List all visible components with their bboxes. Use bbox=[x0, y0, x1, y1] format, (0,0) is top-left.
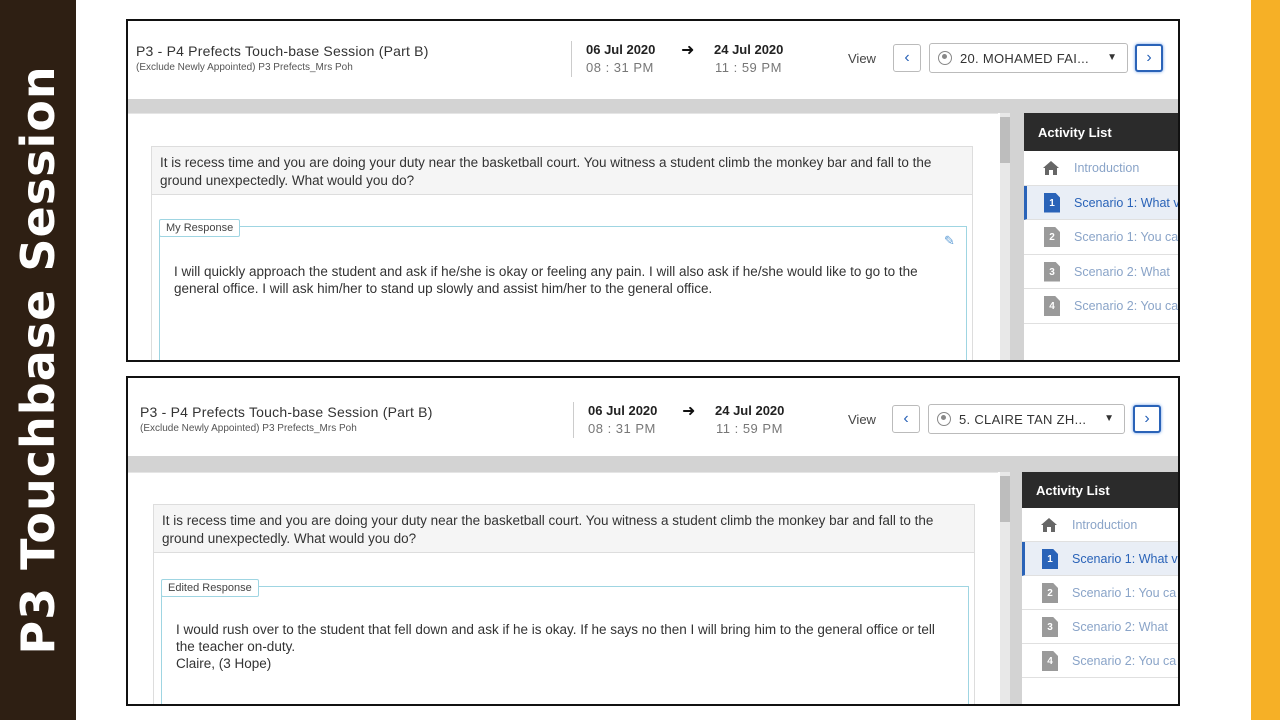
home-icon bbox=[1041, 518, 1057, 532]
end-date: 24 Jul 2020 bbox=[714, 42, 784, 57]
view-label: View bbox=[848, 51, 876, 66]
scrollbar-thumb[interactable] bbox=[1000, 117, 1010, 163]
numbered-document-icon: 3 bbox=[1042, 617, 1058, 637]
arrow-right-icon: ➜ bbox=[681, 42, 695, 59]
numbered-document-icon: 1 bbox=[1044, 192, 1060, 213]
caret-down-icon: ▼ bbox=[1107, 52, 1117, 63]
chevron-left-icon: ‹ bbox=[903, 410, 909, 427]
home-icon bbox=[1043, 161, 1059, 175]
end-date: 24 Jul 2020 bbox=[715, 403, 785, 418]
activity-item-scenario-1b[interactable]: 2 Scenario 1: You ca bbox=[1024, 220, 1179, 255]
next-student-button[interactable]: › bbox=[1135, 44, 1163, 72]
separator-bar bbox=[128, 99, 1178, 113]
user-icon bbox=[937, 412, 951, 426]
chevron-right-icon: › bbox=[1144, 410, 1150, 427]
content-area: It is recess time and you are doing your… bbox=[128, 113, 1180, 360]
activity-list: Activity List Introduction 1 Scenario 1:… bbox=[1024, 113, 1180, 360]
session-header: P3 - P4 Prefects Touch-base Session (Par… bbox=[128, 21, 1178, 99]
session-header: P3 - P4 Prefects Touch-base Session (Par… bbox=[128, 378, 1178, 456]
response-tag: Edited Response bbox=[161, 579, 259, 597]
response-box: I would rush over to the student that fe… bbox=[161, 586, 969, 704]
activity-label: Scenario 2: What bbox=[1074, 264, 1170, 279]
activity-label: Scenario 1: You ca bbox=[1072, 586, 1177, 600]
activity-list-header: Activity List bbox=[1022, 472, 1178, 508]
question-area: It is recess time and you are doing your… bbox=[128, 113, 1008, 360]
end-time: 11 : 59 PM bbox=[715, 60, 782, 75]
session-subtitle: (Exclude Newly Appointed) P3 Prefects_Mr… bbox=[140, 423, 357, 434]
activity-item-scenario-1b[interactable]: 2 Scenario 1: You ca bbox=[1022, 576, 1178, 610]
screenshot-panel-bottom: P3 - P4 Prefects Touch-base Session (Par… bbox=[126, 376, 1180, 706]
activity-label: Scenario 1: What v bbox=[1072, 552, 1178, 566]
student-select[interactable]: 20. MOHAMED FAI... ▼ bbox=[929, 43, 1128, 73]
session-subtitle: (Exclude Newly Appointed) P3 Prefects_Mr… bbox=[136, 62, 353, 73]
screenshot-panel-top: P3 - P4 Prefects Touch-base Session (Par… bbox=[126, 19, 1180, 362]
chevron-left-icon: ‹ bbox=[904, 49, 910, 66]
response-text: I will quickly approach the student and … bbox=[174, 264, 918, 296]
separator-bar bbox=[128, 456, 1178, 472]
next-student-button[interactable]: › bbox=[1133, 405, 1161, 433]
student-name: 20. MOHAMED FAI... bbox=[960, 51, 1089, 66]
numbered-document-icon: 1 bbox=[1042, 549, 1058, 569]
scrollbar[interactable] bbox=[1000, 113, 1010, 360]
right-accent-stripe bbox=[1251, 0, 1280, 720]
scrollbar-thumb[interactable] bbox=[1000, 476, 1010, 522]
response-text: I would rush over to the student that fe… bbox=[176, 622, 935, 671]
start-date: 06 Jul 2020 bbox=[588, 403, 658, 418]
activity-item-scenario-1a[interactable]: 1 Scenario 1: What v bbox=[1024, 185, 1180, 220]
student-select[interactable]: 5. CLAIRE TAN ZH... ▼ bbox=[928, 404, 1125, 434]
numbered-document-icon: 3 bbox=[1044, 261, 1060, 282]
activity-item-scenario-2a[interactable]: 3 Scenario 2: What bbox=[1024, 255, 1178, 289]
numbered-document-icon: 4 bbox=[1042, 651, 1058, 671]
session-title: P3 - P4 Prefects Touch-base Session (Par… bbox=[140, 404, 433, 420]
activity-label: Introduction bbox=[1072, 518, 1138, 532]
header-divider bbox=[573, 402, 574, 438]
response-tag: My Response bbox=[159, 219, 241, 237]
activity-item-introduction[interactable]: Introduction bbox=[1024, 151, 1178, 186]
end-time: 11 : 59 PM bbox=[716, 421, 783, 436]
numbered-document-icon: 2 bbox=[1042, 583, 1058, 603]
prev-student-button[interactable]: ‹ bbox=[892, 405, 920, 433]
start-time: 08 : 31 PM bbox=[588, 421, 656, 436]
activity-list: Activity List Introduction 1 Scenario 1:… bbox=[1022, 472, 1178, 704]
question-text: It is recess time and you are doing your… bbox=[153, 504, 975, 553]
arrow-right-icon: ➜ bbox=[682, 403, 696, 420]
activity-item-introduction[interactable]: Introduction bbox=[1022, 508, 1178, 542]
content-area: It is recess time and you are doing your… bbox=[128, 472, 1178, 704]
prev-student-button[interactable]: ‹ bbox=[893, 44, 921, 72]
user-icon bbox=[938, 51, 952, 65]
activity-label: Scenario 1: You ca bbox=[1074, 230, 1179, 244]
activity-label: Scenario 2: You ca bbox=[1074, 299, 1179, 313]
question-area: It is recess time and you are doing your… bbox=[128, 472, 1008, 704]
pencil-icon[interactable]: ✎ bbox=[944, 233, 958, 248]
activity-label: Scenario 1: What v bbox=[1074, 195, 1180, 210]
activity-item-scenario-2b[interactable]: 4 Scenario 2: You ca bbox=[1024, 289, 1179, 324]
activity-item-scenario-2a[interactable]: 3 Scenario 2: What bbox=[1022, 610, 1178, 644]
view-label: View bbox=[848, 412, 876, 427]
response-box: ✎ I will quickly approach the student an… bbox=[159, 226, 967, 360]
caret-down-icon: ▼ bbox=[1104, 413, 1114, 424]
activity-label: Scenario 2: You ca bbox=[1072, 654, 1177, 668]
slide-title: P3 Touchbase Session bbox=[11, 65, 65, 655]
side-banner: P3 Touchbase Session bbox=[0, 0, 76, 720]
activity-item-scenario-2b[interactable]: 4 Scenario 2: You ca bbox=[1022, 644, 1178, 678]
numbered-document-icon: 4 bbox=[1044, 296, 1060, 316]
scrollbar[interactable] bbox=[1000, 472, 1010, 704]
activity-label: Scenario 2: What bbox=[1072, 620, 1168, 634]
activity-label: Introduction bbox=[1074, 161, 1140, 175]
session-title: P3 - P4 Prefects Touch-base Session (Par… bbox=[136, 43, 429, 59]
start-date: 06 Jul 2020 bbox=[586, 42, 656, 57]
numbered-document-icon: 2 bbox=[1044, 227, 1060, 247]
activity-item-scenario-1a[interactable]: 1 Scenario 1: What v bbox=[1022, 542, 1178, 576]
activity-list-header: Activity List bbox=[1024, 113, 1178, 151]
question-text: It is recess time and you are doing your… bbox=[151, 146, 973, 195]
student-name: 5. CLAIRE TAN ZH... bbox=[959, 412, 1087, 427]
header-divider bbox=[571, 41, 572, 77]
start-time: 08 : 31 PM bbox=[586, 60, 654, 75]
chevron-right-icon: › bbox=[1146, 49, 1152, 66]
